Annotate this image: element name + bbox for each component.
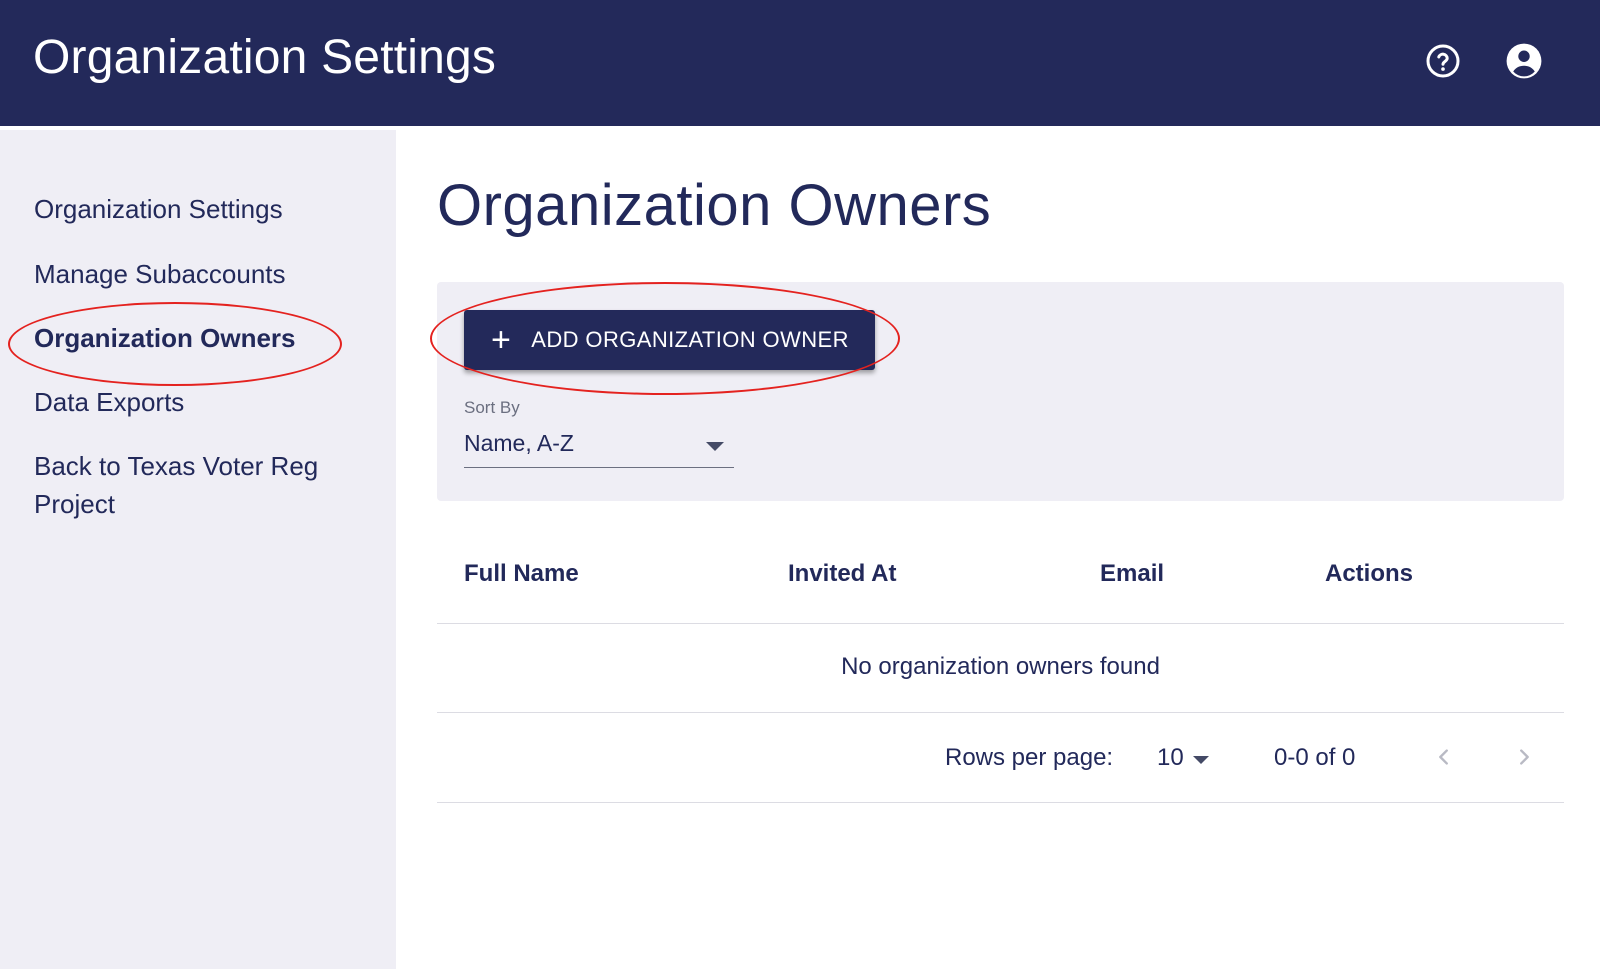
rows-per-page-select[interactable]: 10 [1157, 744, 1217, 774]
page-title: Organization Owners [437, 173, 992, 238]
app-title: Organization Settings [33, 31, 497, 84]
account-button[interactable] [1504, 41, 1544, 81]
help-button[interactable] [1423, 41, 1463, 81]
sort-by-select[interactable]: Name, A-Z [464, 426, 734, 468]
sort-by-label: Sort By [464, 398, 520, 417]
chevron-left-icon [1439, 749, 1448, 765]
sort-by-value: Name, A-Z [464, 430, 574, 456]
pagination-range: 0-0 of 0 [1274, 744, 1356, 771]
chevron-down-icon [1193, 756, 1209, 764]
empty-state-message: No organization owners found [841, 653, 1160, 680]
app-root: Organization Settings Organization Setti… [0, 0, 1600, 969]
previous-page-button[interactable] [1427, 740, 1461, 774]
top-app-bar: Organization Settings [0, 0, 1600, 126]
sidebar-item-organization-settings[interactable]: Organization Settings [34, 190, 283, 228]
sidebar-item-data-exports[interactable]: Data Exports [34, 383, 184, 421]
rows-per-page-value: 10 [1157, 744, 1184, 771]
rows-per-page-label: Rows per page: [945, 744, 1114, 771]
add-organization-owner-button[interactable]: + ADD ORGANIZATION OWNER [464, 310, 875, 370]
column-header-invited-at[interactable]: Invited At [788, 560, 896, 588]
chevron-right-icon [1520, 749, 1529, 765]
toolbar-panel: + ADD ORGANIZATION OWNER Sort By Name, A… [437, 282, 1564, 501]
sidebar-nav: Organization Settings Manage Subaccounts… [0, 130, 396, 969]
sidebar-item-manage-subaccounts[interactable]: Manage Subaccounts [34, 255, 286, 293]
add-button-label: ADD ORGANIZATION OWNER [531, 327, 849, 352]
chevron-down-icon [706, 442, 724, 451]
column-header-actions: Actions [1325, 560, 1414, 587]
help-circle-icon [1426, 44, 1460, 78]
sidebar-item-back-to-project[interactable]: Back to Texas Voter Reg Project [34, 447, 374, 523]
column-header-full-name[interactable]: Full Name [464, 560, 579, 588]
table-empty-row: No organization owners found [437, 625, 1564, 713]
column-header-email[interactable]: Email [1100, 560, 1164, 588]
plus-icon: + [491, 321, 512, 359]
table-pagination: Rows per page: 10 0-0 of 0 [437, 714, 1564, 803]
account-circle-icon [1506, 43, 1542, 79]
next-page-button[interactable] [1507, 740, 1541, 774]
sidebar-item-organization-owners[interactable]: Organization Owners [34, 319, 296, 357]
table-header: Full Name Invited At Email Actions [437, 560, 1564, 624]
